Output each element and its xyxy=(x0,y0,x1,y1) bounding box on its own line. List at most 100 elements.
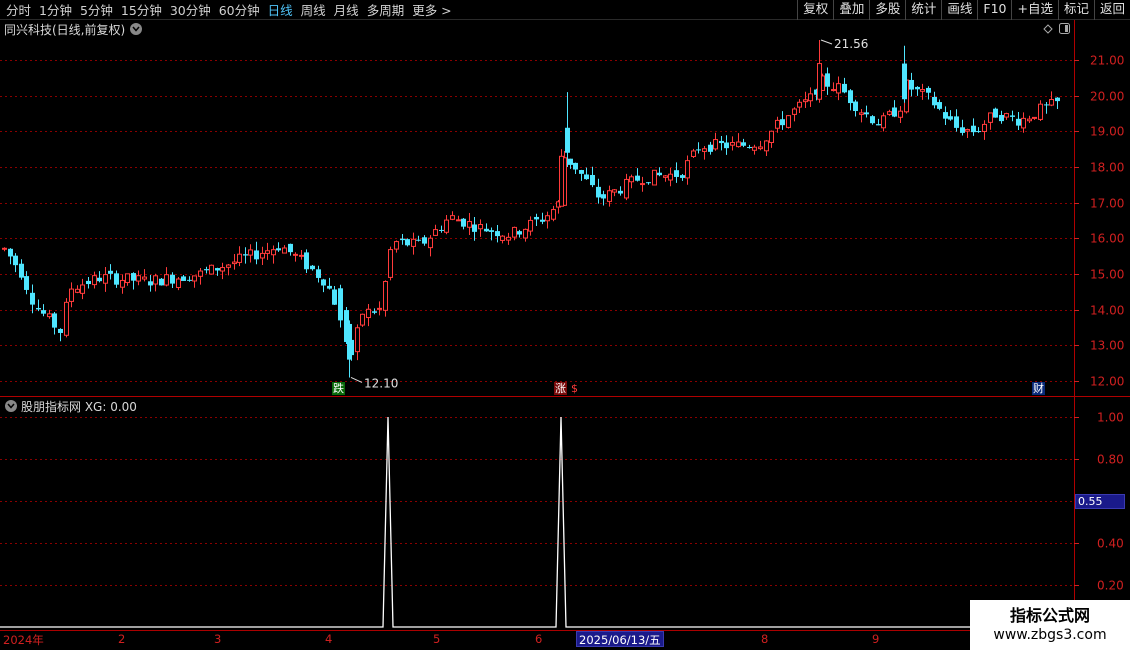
candle-body xyxy=(545,215,550,222)
candle-body xyxy=(428,237,433,249)
chevron-down-icon[interactable] xyxy=(130,23,143,35)
chevron-down-icon[interactable] xyxy=(5,400,17,412)
candle-body xyxy=(433,229,438,236)
candle-body xyxy=(1038,103,1043,120)
candle-body xyxy=(92,275,97,286)
candle-body xyxy=(204,269,209,271)
candle-body xyxy=(864,112,869,115)
candle-body xyxy=(663,175,668,178)
candle-body xyxy=(388,249,393,278)
candle-body xyxy=(355,327,360,353)
rise-event-badge[interactable]: 涨 xyxy=(554,382,567,395)
candle-body xyxy=(86,280,91,285)
candle-body xyxy=(131,273,136,281)
candle-body xyxy=(489,230,494,232)
candle-body xyxy=(752,146,757,151)
candle-body xyxy=(724,142,729,149)
candle-body xyxy=(551,209,556,220)
candle-body xyxy=(596,186,601,198)
date-axis: 2024年 2 3 4 5 6 8 9 2025/06/13/五 xyxy=(0,630,1130,650)
candle-body xyxy=(372,311,377,313)
candle-body xyxy=(702,148,707,152)
candle-body xyxy=(797,101,802,108)
candle-body xyxy=(1049,99,1054,106)
candle-body xyxy=(999,114,1004,122)
candle-body xyxy=(254,250,259,260)
candle-body xyxy=(136,275,141,282)
finance-event-badge[interactable]: 财 xyxy=(1032,382,1045,395)
price-tick-label: 14.00 xyxy=(1090,304,1124,318)
candle-body xyxy=(786,115,791,128)
candle-body xyxy=(512,226,517,238)
candle-body xyxy=(97,277,102,282)
price-tick-label: 13.00 xyxy=(1090,339,1124,353)
candle-body xyxy=(58,328,63,333)
candle-body xyxy=(1032,116,1037,119)
candle-body xyxy=(652,169,657,186)
candle-body xyxy=(540,219,545,222)
candle-body xyxy=(831,89,836,92)
candle-body xyxy=(915,86,920,90)
window-icon[interactable] xyxy=(1059,23,1070,37)
candle-body xyxy=(198,270,203,277)
price-tick-label: 20.00 xyxy=(1090,90,1124,104)
candle-body xyxy=(500,235,505,241)
candle-body xyxy=(416,239,421,241)
candle-body xyxy=(769,130,774,143)
diamond-icon[interactable] xyxy=(1043,23,1053,37)
candle-body xyxy=(47,313,52,318)
candle-body xyxy=(601,194,606,199)
main-chart-header: 同兴科技(日线,前复权) xyxy=(0,21,143,37)
price-tick-label: 18.00 xyxy=(1090,161,1124,175)
candle-body xyxy=(243,254,248,256)
candle-body xyxy=(528,219,533,232)
candle-body xyxy=(8,248,13,257)
candle-body xyxy=(719,140,724,144)
candle-body xyxy=(24,276,29,290)
candle-body xyxy=(467,221,472,228)
kline-chart[interactable]: 21.0020.0019.0018.0017.0016.0015.0014.00… xyxy=(0,0,1130,650)
candle-body xyxy=(142,276,147,280)
candle-body xyxy=(674,170,679,177)
candle-body xyxy=(640,183,645,186)
candle-body xyxy=(19,263,24,278)
candle-body xyxy=(444,219,449,233)
candle-body xyxy=(965,128,970,132)
candle-body xyxy=(817,63,822,100)
low-price-label: 12.10 xyxy=(364,376,398,390)
candle-body xyxy=(1027,118,1032,122)
stock-title: 同兴科技(日线,前复权) xyxy=(4,22,126,37)
candle-body xyxy=(657,172,662,176)
candle-body xyxy=(456,219,461,222)
candle-body xyxy=(573,162,578,170)
candle-body xyxy=(347,323,352,360)
candle-body xyxy=(450,215,455,220)
candle-body xyxy=(708,144,713,152)
candle-body xyxy=(685,160,690,179)
candle-body xyxy=(327,285,332,289)
candle-body xyxy=(293,253,298,256)
candle-body xyxy=(360,313,365,326)
candle-body xyxy=(926,87,931,93)
indicator-tick-label: 1.00 xyxy=(1097,411,1124,425)
candle-body xyxy=(394,241,399,250)
candle-body xyxy=(120,279,125,288)
price-tick-label: 12.00 xyxy=(1090,375,1124,389)
candle-body xyxy=(629,176,634,183)
candle-body xyxy=(192,275,197,282)
xg-indicator-line xyxy=(0,416,1074,628)
fall-event-badge[interactable]: 跌 xyxy=(332,382,345,395)
candle-body xyxy=(1016,118,1021,126)
candle-body xyxy=(338,288,343,321)
candle-body xyxy=(310,265,315,270)
candle-body xyxy=(680,175,685,178)
candle-body xyxy=(954,116,959,128)
price-tick-label: 16.00 xyxy=(1090,232,1124,246)
candle-body xyxy=(758,146,763,150)
dollar-event-badge[interactable]: $ xyxy=(570,382,579,395)
candle-body xyxy=(288,243,293,253)
price-tick-label: 21.00 xyxy=(1090,54,1124,68)
candle-body xyxy=(383,281,388,311)
candle-body xyxy=(887,111,892,115)
candle-body xyxy=(472,224,477,232)
